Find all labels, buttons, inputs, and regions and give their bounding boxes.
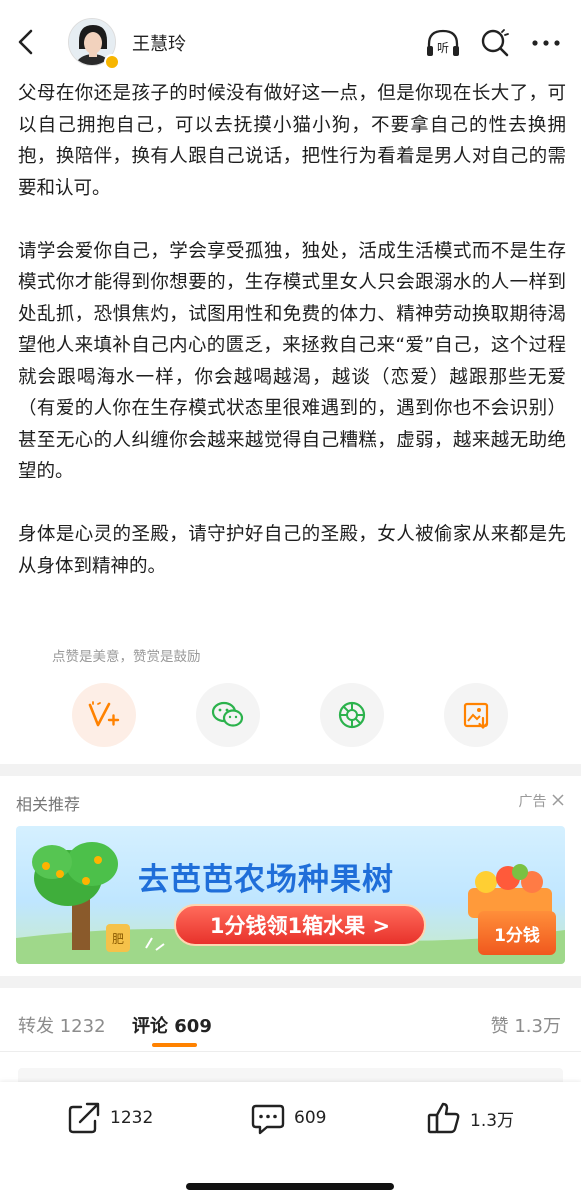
section-divider <box>0 976 581 988</box>
close-icon <box>552 794 564 806</box>
search-icon <box>481 29 509 57</box>
section-divider <box>0 764 581 776</box>
top-nav-bar: 王慧玲 听 <box>0 0 581 78</box>
tab-like[interactable]: 赞 1.3万 <box>491 1012 561 1038</box>
share-wechat-button[interactable] <box>196 683 260 747</box>
tab-comment-label: 评论 <box>132 1016 168 1037</box>
repost-count: 1232 <box>110 1108 154 1128</box>
banner-price-tag: 1分钱 <box>478 911 556 955</box>
banner-cta-button[interactable]: 1分钱领1箱水果 > <box>174 904 426 946</box>
tab-repost[interactable]: 转发 1232 <box>18 1012 106 1038</box>
share-arrow-icon <box>68 1102 100 1134</box>
save-image-button[interactable] <box>444 683 508 747</box>
post-paragraph: 身体是心灵的圣殿，请守护好自己的圣殿，女人被偷家从来都是先从身体到精神的。 <box>18 524 566 577</box>
more-dots-icon <box>532 40 560 46</box>
banner-title: 去芭芭农场种果树 <box>138 862 394 898</box>
tabs-divider <box>0 1051 581 1052</box>
headphone-icon: 听 <box>427 29 459 56</box>
tab-comment[interactable]: 评论 609 <box>132 1012 212 1038</box>
tab-like-count: 1.3万 <box>514 1016 561 1037</box>
listen-button[interactable]: 听 <box>424 26 459 60</box>
thumbs-up-icon <box>427 1102 460 1134</box>
comment-button[interactable]: 609 <box>250 1098 326 1138</box>
save-image-icon <box>463 702 489 730</box>
ad-banner[interactable]: 去芭芭农场种果树 肥 1分钱领1箱水果 > 1分钱 <box>16 826 565 964</box>
post-paragraph: 父母在你还是孩子的时候没有做好这一点，但是你现在长大了，可以自己拥抱自己，可以去… <box>18 83 566 199</box>
post-body: 父母在你还是孩子的时候没有做好这一点，但是你现在长大了，可以自己拥抱自己，可以去… <box>18 78 566 582</box>
active-tab-indicator <box>152 1043 197 1047</box>
tab-repost-count: 1232 <box>59 1016 106 1037</box>
engagement-tabs: 转发 1232 评论 609 赞 1.3万 <box>0 1000 581 1050</box>
home-indicator <box>186 1183 394 1190</box>
ad-close-button[interactable]: 广告 <box>519 791 565 811</box>
share-moments-button[interactable] <box>320 683 384 747</box>
reward-v-plus-icon <box>88 701 120 727</box>
reward-hint: 点赞是美意，赞赏是鼓励 <box>52 649 201 665</box>
wechat-icon <box>211 701 244 727</box>
listen-icon-label: 听 <box>437 41 449 55</box>
author-name[interactable]: 王慧玲 <box>132 30 186 56</box>
like-button[interactable]: 1.3万 <box>426 1098 514 1138</box>
tab-like-label: 赞 <box>490 1016 509 1037</box>
verified-badge-icon <box>104 54 120 70</box>
back-arrow-icon <box>18 29 33 55</box>
reward-button[interactable] <box>72 683 136 747</box>
ad-label: 广告 <box>518 794 547 810</box>
more-button[interactable] <box>530 26 564 60</box>
comment-count: 609 <box>294 1108 327 1128</box>
related-section-title: 相关推荐 <box>16 795 81 814</box>
comment-bubble-icon <box>251 1104 285 1135</box>
wechat-moments-icon <box>338 701 366 729</box>
bottom-action-bar: 1232 609 1.3万 <box>0 1082 581 1200</box>
tab-repost-label: 转发 <box>18 1016 54 1037</box>
post-paragraph: 请学会爱你自己，学会享受孤独，独处，活成生活模式而不是生存模式你才能得到你想要的… <box>18 240 566 483</box>
repost-button[interactable]: 1232 <box>66 1098 153 1138</box>
back-button[interactable] <box>12 26 40 58</box>
search-button[interactable] <box>478 26 512 60</box>
like-count: 1.3万 <box>470 1110 515 1131</box>
tab-comment-count: 609 <box>174 1016 212 1037</box>
fertilizer-tag: 肥 <box>106 924 130 952</box>
author-avatar[interactable] <box>68 18 120 70</box>
